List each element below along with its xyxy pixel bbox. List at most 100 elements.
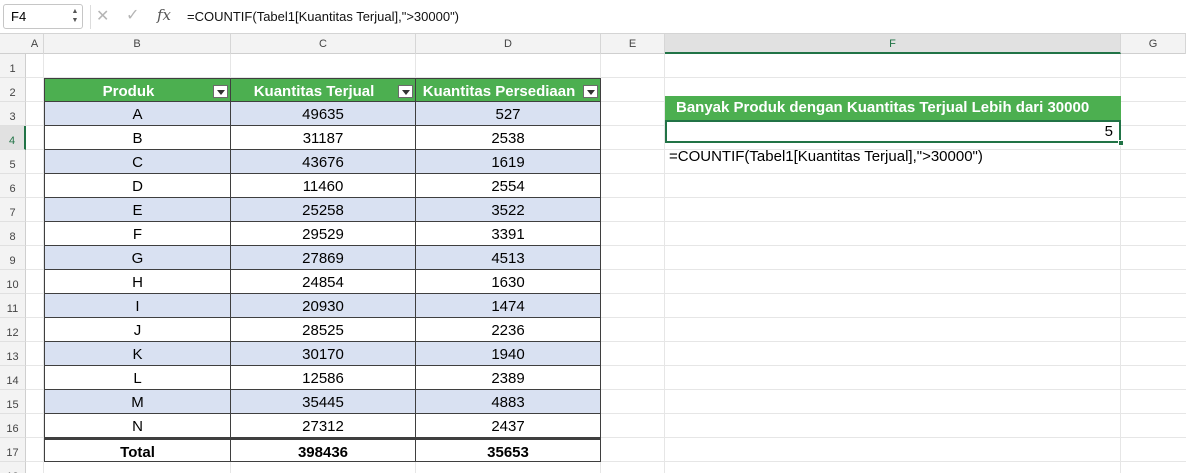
formula-input[interactable]: =COUNTIF(Tabel1[Kuantitas Terjual],">300… [187, 9, 459, 24]
check-icon[interactable]: ✓ [126, 5, 139, 25]
formula-text-cell[interactable]: =COUNTIF(Tabel1[Kuantitas Terjual],">300… [669, 148, 983, 165]
table-data-cell-text: E [132, 202, 143, 219]
table-data-cell[interactable]: 31187 [231, 126, 416, 150]
row-header-15[interactable]: 15 [0, 390, 26, 414]
table-total-cell[interactable]: 35653 [416, 438, 601, 462]
table-data-cell[interactable]: E [44, 198, 231, 222]
table-data-cell[interactable]: K [44, 342, 231, 366]
table-data-cell[interactable]: 1940 [416, 342, 601, 366]
row-header-7[interactable]: 7 [0, 198, 26, 222]
result-value-cell[interactable]: 5 [665, 120, 1121, 143]
table-data-cell[interactable]: 43676 [231, 150, 416, 174]
row-header-2[interactable]: 2 [0, 78, 26, 102]
row-header-11[interactable]: 11 [0, 294, 26, 318]
table-data-cell[interactable]: 12586 [231, 366, 416, 390]
table-data-cell[interactable]: 2236 [416, 318, 601, 342]
table-data-cell[interactable]: 49635 [231, 102, 416, 126]
table-data-cell[interactable]: 27869 [231, 246, 416, 270]
row-header-18[interactable]: 18 [0, 462, 26, 473]
table-data-cell[interactable]: 24854 [231, 270, 416, 294]
table-data-cell[interactable]: 2554 [416, 174, 601, 198]
table-data-cell[interactable]: I [44, 294, 231, 318]
stepper-icon[interactable]: ▲ ▼ [71, 7, 79, 25]
row-header-16[interactable]: 16 [0, 414, 26, 438]
table-header-cell[interactable]: Produk [44, 78, 231, 102]
filter-dropdown-icon[interactable] [213, 85, 228, 98]
table-data-cell[interactable]: 4883 [416, 390, 601, 414]
table-data-cell-text: 1474 [491, 298, 525, 315]
table-data-cell[interactable]: 4513 [416, 246, 601, 270]
table-data-cell-text: F [132, 226, 143, 243]
table-data-cell[interactable]: 29529 [231, 222, 416, 246]
table-data-cell[interactable]: 2389 [416, 366, 601, 390]
table-data-cell-text: 12586 [302, 370, 344, 387]
table-data-cell[interactable]: N [44, 414, 231, 438]
row-header-3[interactable]: 3 [0, 102, 26, 126]
table-data-cell[interactable]: A [44, 102, 231, 126]
table-header-cell[interactable]: Kuantitas Terjual [231, 78, 416, 102]
row-header-17[interactable]: 17 [0, 438, 26, 462]
filter-dropdown-icon[interactable] [398, 85, 413, 98]
column-header-b[interactable]: B [44, 34, 231, 54]
column-headers: ABCDEFG [0, 34, 1186, 54]
filter-dropdown-icon[interactable] [583, 85, 598, 98]
insert-function-icon[interactable]: fx [157, 6, 171, 24]
table-data-cell-text: 31187 [302, 130, 344, 147]
column-header-g[interactable]: G [1121, 34, 1186, 54]
table-data-cell[interactable]: F [44, 222, 231, 246]
table-total-cell[interactable]: Total [44, 438, 231, 462]
row-header-1[interactable]: 1 [0, 54, 26, 78]
table-data-cell[interactable]: 3522 [416, 198, 601, 222]
table-data-cell-text: 3522 [491, 202, 525, 219]
fill-handle[interactable] [1118, 140, 1124, 146]
table-data-cell[interactable]: 30170 [231, 342, 416, 366]
table-total-cell-text: Total [120, 444, 155, 461]
row-header-4[interactable]: 4 [0, 126, 26, 150]
result-header-cell[interactable]: Banyak Produk dengan Kuantitas Terjual L… [665, 96, 1121, 120]
table-data-cell[interactable]: 3391 [416, 222, 601, 246]
row-header-12[interactable]: 12 [0, 318, 26, 342]
table-data-cell[interactable]: G [44, 246, 231, 270]
row-header-6[interactable]: 6 [0, 174, 26, 198]
table-data-cell[interactable]: 2538 [416, 126, 601, 150]
table-data-cell[interactable]: 25258 [231, 198, 416, 222]
table-data-cell[interactable]: 35445 [231, 390, 416, 414]
column-header-d[interactable]: D [416, 34, 601, 54]
table-header-cell[interactable]: Kuantitas Persediaan [416, 78, 601, 102]
table-data-cell[interactable]: 28525 [231, 318, 416, 342]
row-header-9[interactable]: 9 [0, 246, 26, 270]
column-header-c[interactable]: C [231, 34, 416, 54]
table-data-cell[interactable]: 527 [416, 102, 601, 126]
table-data-cell[interactable]: 1619 [416, 150, 601, 174]
table-total-cell[interactable]: 398436 [231, 438, 416, 462]
row-header-10[interactable]: 10 [0, 270, 26, 294]
column-header-a[interactable]: A [26, 34, 44, 54]
row-header-14[interactable]: 14 [0, 366, 26, 390]
cancel-icon[interactable]: ✕ [96, 6, 109, 26]
row-header-8[interactable]: 8 [0, 222, 26, 246]
table-data-cell-text: 4883 [491, 394, 525, 411]
table-data-cell[interactable]: M [44, 390, 231, 414]
table-data-cell-text: A [132, 106, 143, 123]
row-header-5[interactable]: 5 [0, 150, 26, 174]
name-box[interactable]: F4 ▲ ▼ [3, 4, 83, 29]
table-data-cell-text: 3391 [491, 226, 525, 243]
table-data-cell-text: 2437 [491, 418, 525, 435]
table-data-cell[interactable]: L [44, 366, 231, 390]
table-data-cell[interactable]: 11460 [231, 174, 416, 198]
table-header-cell-text: Produk [102, 83, 155, 100]
table-data-cell[interactable]: C [44, 150, 231, 174]
table-data-cell[interactable]: 2437 [416, 414, 601, 438]
row-header-13[interactable]: 13 [0, 342, 26, 366]
table-data-cell[interactable]: 20930 [231, 294, 416, 318]
column-header-e[interactable]: E [601, 34, 665, 54]
table-data-cell[interactable]: 1630 [416, 270, 601, 294]
column-header-f[interactable]: F [665, 34, 1121, 54]
table-data-cell[interactable]: B [44, 126, 231, 150]
table-data-cell[interactable]: D [44, 174, 231, 198]
table-data-cell[interactable]: 1474 [416, 294, 601, 318]
table-data-cell[interactable]: 27312 [231, 414, 416, 438]
table-data-cell[interactable]: H [44, 270, 231, 294]
table-data-cell[interactable]: J [44, 318, 231, 342]
table-data-cell-text: 2236 [491, 322, 525, 339]
